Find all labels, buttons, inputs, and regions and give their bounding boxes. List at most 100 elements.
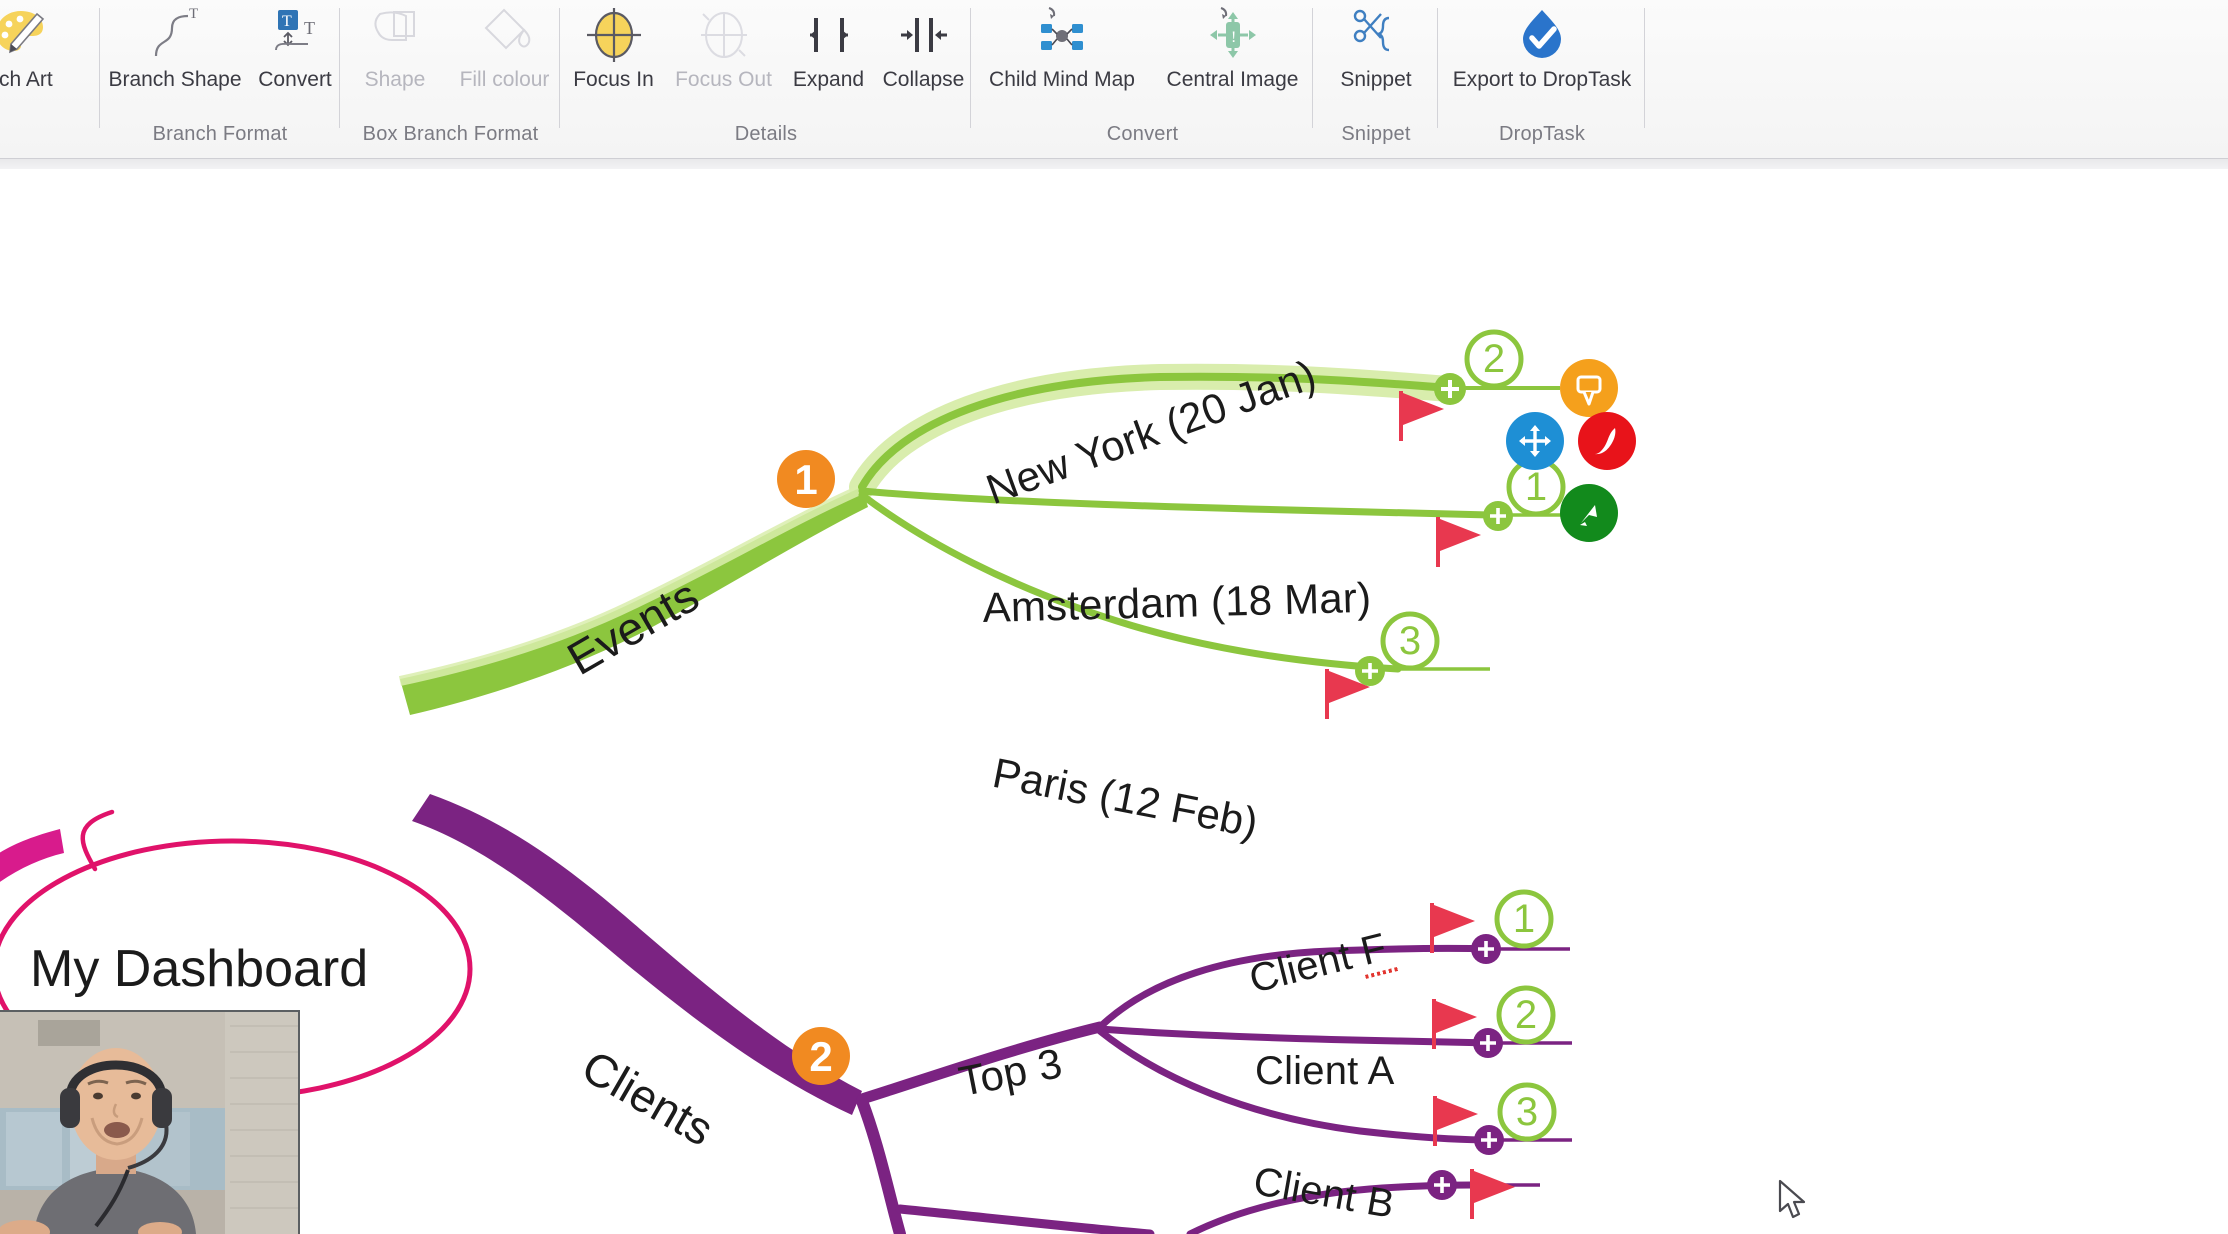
svg-text:1: 1	[1513, 897, 1535, 941]
ribbon-button-export-to-droptask-label: Export to DropTask	[1452, 68, 1632, 91]
amsterdam-add-node-button	[1483, 501, 1513, 531]
ribbon-group-droptask-label: DropTask	[1498, 123, 1586, 145]
ribbon-group-branch-format: T Branch Shape T T Convert Branch Format	[100, 0, 340, 158]
focus-in-icon	[561, 4, 666, 66]
node-label-amsterdam[interactable]: Amsterdam (18 Mar)	[982, 574, 1372, 632]
ribbon-button-central-image[interactable]: ! Central Image	[1152, 4, 1313, 92]
ribbon-button-snippet[interactable]: Snippet	[1314, 4, 1438, 92]
ribbon-button-shape-label: Shape	[364, 68, 426, 91]
svg-text:3: 3	[1516, 1090, 1538, 1134]
branch-shape-icon: T	[100, 4, 250, 66]
ribbon-button-branch-shape[interactable]: T Branch Shape	[100, 4, 250, 92]
paris-add-node-button	[1355, 656, 1385, 686]
ribbon-toolbar: nch Art T Branch Shape T T	[0, 0, 2228, 158]
svg-text:T: T	[304, 18, 315, 38]
new-york-priority-badge: 2	[1464, 329, 1524, 389]
central-image-icon: !	[1152, 4, 1313, 66]
client-c-flag-icon	[1470, 1169, 1515, 1219]
amsterdam-flag-icon	[1436, 517, 1481, 567]
client-b-add-node-button	[1474, 1125, 1504, 1155]
ribbon-button-expand[interactable]: Expand	[781, 4, 876, 92]
client-c-connector	[895, 1204, 1155, 1234]
node-label-client-a[interactable]: Client A	[1255, 1049, 1394, 1094]
collapse-icon	[876, 4, 971, 66]
ribbon-button-focus-out-label: Focus Out	[675, 68, 772, 91]
note-icon[interactable]	[1560, 359, 1618, 417]
mouse-cursor	[1778, 1179, 1812, 1228]
svg-text:2: 2	[1483, 337, 1505, 381]
ribbon-button-branch-shape-label: Branch Shape	[108, 68, 242, 91]
focus-out-icon	[666, 4, 781, 66]
svg-text:1: 1	[1525, 465, 1547, 509]
ribbon-button-central-image-label: Central Image	[1166, 68, 1299, 91]
paint-palette-icon	[0, 4, 100, 66]
ribbon-button-shape[interactable]: Shape	[341, 4, 449, 92]
shape-icon	[341, 4, 449, 66]
child-mind-map-icon	[972, 4, 1152, 66]
mindmap-canvas[interactable]: 2 1 3 1 2 3 1 2 My Dashboard Events Clie…	[0, 169, 2228, 1234]
svg-text:1: 1	[794, 456, 817, 503]
svg-text:3: 3	[1399, 619, 1421, 663]
svg-text:T: T	[282, 13, 292, 30]
webcam-video-overlay[interactable]	[0, 1010, 300, 1234]
magenta-branch	[0, 829, 64, 882]
ribbon-group-separator	[1437, 8, 1438, 128]
events-count-badge: 1	[777, 450, 835, 508]
client-a-add-node-button	[1473, 1028, 1503, 1058]
ribbon-group-separator	[339, 8, 340, 128]
client-a-priority-badge: 2	[1496, 985, 1556, 1045]
ribbon-button-child-mind-map-label: Child Mind Map	[989, 68, 1135, 91]
ribbon-group-details-label: Details	[734, 123, 798, 145]
ribbon-button-convert-label: Convert	[258, 68, 332, 91]
ribbon-button-expand-label: Expand	[792, 68, 865, 91]
ribbon-group-convert: Child Mind Map ! Central Image Convert	[972, 0, 1313, 158]
ribbon-group-box-branch-format-label: Box Branch Format	[362, 123, 539, 145]
ribbon-group-separator	[559, 8, 560, 128]
convert-text-icon: T T	[250, 4, 340, 66]
droptask-check-icon	[1439, 4, 1645, 66]
ribbon-button-fill-colour-label: Fill colour	[459, 68, 550, 91]
ribbon-button-collapse[interactable]: Collapse	[876, 4, 971, 92]
ribbon-group-branch-format-label: Branch Format	[152, 123, 288, 145]
central-node-label[interactable]: My Dashboard	[30, 939, 368, 999]
svg-text:2: 2	[1515, 993, 1537, 1037]
expand-icon	[781, 4, 876, 66]
ribbon-button-focus-in[interactable]: Focus In	[561, 4, 666, 92]
ribbon-button-export-to-droptask[interactable]: Export to DropTask	[1439, 4, 1645, 92]
ribbon-button-focus-out[interactable]: Focus Out	[666, 4, 781, 92]
ribbon-button-branch-art-label: nch Art	[0, 68, 53, 91]
ribbon-group-separator	[1644, 8, 1645, 128]
ribbon-group-convert-label: Convert	[1106, 123, 1179, 145]
amsterdam-branch-line	[858, 487, 1494, 519]
ribbon-button-focus-in-label: Focus In	[573, 68, 654, 91]
paint-bucket-icon	[449, 4, 560, 66]
scissors-icon	[1314, 4, 1438, 66]
client-c-add-node-button	[1427, 1170, 1457, 1200]
move-node-icon[interactable]	[1506, 412, 1564, 470]
svg-text:2: 2	[809, 1033, 832, 1080]
ribbon-group-details: Focus In Focus Out Expand Collapse Detai…	[561, 0, 971, 158]
ribbon-group-box-branch-format: Shape Fill colour Box Branch Format	[341, 0, 560, 158]
clients-lower-trunk	[856, 1095, 906, 1234]
client-f-add-node-button	[1471, 934, 1501, 964]
relationship-icon[interactable]	[1578, 412, 1636, 470]
svg-text:!: !	[1231, 29, 1236, 46]
client-f-priority-badge: 1	[1494, 889, 1554, 949]
ribbon-button-convert[interactable]: T T Convert	[250, 4, 340, 92]
boundary-icon[interactable]	[1560, 484, 1618, 542]
ribbon-group-separator	[970, 8, 971, 128]
ribbon-group-droptask: Export to DropTask DropTask	[1439, 0, 1645, 158]
ribbon-button-child-mind-map[interactable]: Child Mind Map	[972, 4, 1152, 92]
ribbon-button-snippet-label: Snippet	[1340, 68, 1412, 91]
svg-text:T: T	[189, 6, 198, 22]
ribbon-button-branch-art[interactable]: nch Art	[0, 4, 100, 92]
ribbon-group-branch-art: nch Art	[0, 0, 100, 158]
ribbon-group-snippet: Snippet Snippet	[1314, 0, 1438, 158]
paris-priority-badge: 3	[1380, 611, 1440, 671]
client-b-priority-badge: 3	[1497, 1082, 1557, 1142]
ribbon-button-fill-colour[interactable]: Fill colour	[449, 4, 560, 92]
ribbon-group-snippet-label: Snippet	[1341, 123, 1411, 145]
ribbon-group-separator	[1312, 8, 1313, 128]
ribbon-button-collapse-label: Collapse	[882, 68, 965, 91]
clients-count-badge: 2	[792, 1027, 850, 1085]
